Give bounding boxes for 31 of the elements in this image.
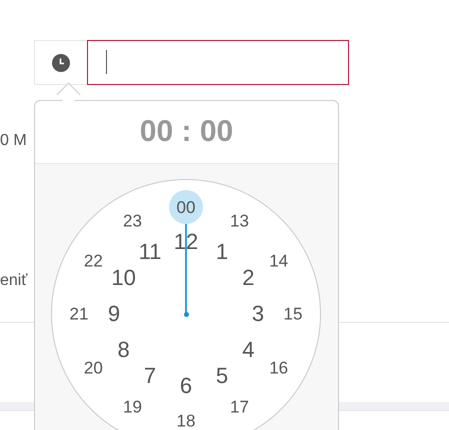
text-cursor bbox=[106, 50, 107, 74]
time-input[interactable] bbox=[87, 40, 349, 85]
hour-option[interactable]: 15 bbox=[284, 306, 302, 322]
hour-option[interactable]: 11 bbox=[138, 240, 162, 263]
hour-option[interactable]: 2 bbox=[242, 267, 254, 289]
hour-option[interactable]: 18 bbox=[176, 412, 196, 430]
hour-option[interactable]: 20 bbox=[84, 359, 103, 376]
hour-option[interactable]: 16 bbox=[269, 359, 288, 376]
background-text: eniť bbox=[0, 272, 28, 290]
hour-option[interactable]: 9 bbox=[108, 303, 120, 325]
clock-icon bbox=[52, 54, 70, 72]
hour-option[interactable]: 1 bbox=[216, 240, 228, 263]
clock-button[interactable] bbox=[34, 40, 87, 85]
hour-option[interactable]: 00 bbox=[169, 190, 203, 224]
hour-option[interactable]: 19 bbox=[123, 398, 142, 416]
hour-option[interactable]: 23 bbox=[123, 212, 142, 230]
hour-option[interactable]: 6 bbox=[180, 375, 192, 397]
hour-option[interactable]: 3 bbox=[252, 303, 264, 325]
center-dot bbox=[184, 312, 189, 317]
hour-option[interactable]: 22 bbox=[84, 252, 103, 269]
selected-time: 00 : 00 bbox=[140, 115, 234, 149]
hour-option[interactable]: 13 bbox=[230, 212, 249, 230]
hour-option[interactable]: 4 bbox=[242, 339, 254, 361]
hour-option[interactable]: 5 bbox=[216, 365, 228, 388]
hour-option[interactable]: 8 bbox=[118, 339, 130, 361]
hour-option[interactable]: 7 bbox=[144, 365, 156, 388]
hour-option[interactable]: 17 bbox=[230, 398, 249, 416]
hour-option[interactable]: 10 bbox=[111, 267, 136, 289]
hour-option[interactable]: 14 bbox=[269, 252, 288, 269]
hour-option[interactable]: 21 bbox=[70, 306, 88, 322]
background-text: 0 M bbox=[0, 132, 27, 150]
